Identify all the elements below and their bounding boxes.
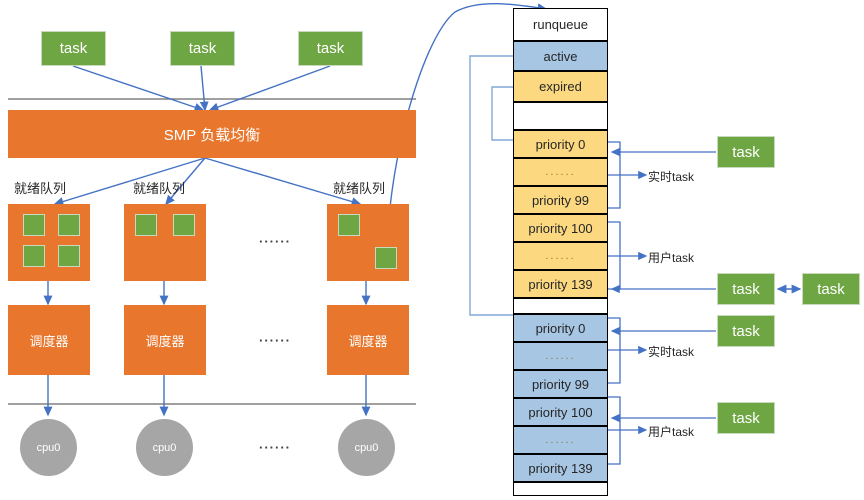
ready-queue-task-square[interactable] — [23, 214, 45, 236]
scheduler-row-ellipsis: ······ — [240, 331, 310, 349]
scheduler-box[interactable]: 调度器 — [8, 305, 90, 375]
top-task-label: task — [316, 40, 345, 57]
active-priority-row[interactable]: ...... — [513, 426, 608, 454]
top-task-label: task — [188, 40, 217, 57]
priority-label: priority 139 — [528, 276, 593, 292]
priority-label: priority 0 — [535, 136, 586, 152]
expired-priority-row[interactable]: priority 99 — [513, 186, 608, 214]
runqueue-expired-label: expired — [539, 79, 582, 94]
priority-label: ...... — [545, 434, 576, 446]
right-task-label: task — [817, 280, 845, 298]
right-task-box[interactable]: task — [717, 273, 775, 305]
top-task-box[interactable]: task — [41, 31, 106, 66]
expired-user-task-label: 用户task — [648, 249, 694, 266]
cpu-label: cpu0 — [36, 441, 61, 454]
scheduler-label: 调度器 — [348, 333, 388, 349]
active-priority-row[interactable]: priority 139 — [513, 454, 608, 482]
runqueue-expired-row[interactable]: expired — [513, 71, 608, 102]
runqueue-spacer-top — [513, 102, 608, 130]
brace-label-text: 实时task — [648, 345, 695, 359]
runqueue-active-row[interactable]: active — [513, 41, 608, 71]
expired-priority-row[interactable]: priority 100 — [513, 214, 608, 242]
ready-queue-row-ellipsis: ······ — [240, 232, 310, 250]
priority-label: priority 139 — [528, 460, 593, 476]
scheduler-box[interactable]: 调度器 — [124, 305, 206, 375]
right-task-box[interactable]: task — [717, 402, 775, 434]
right-task-box[interactable]: task — [802, 273, 860, 305]
right-task-label: task — [732, 409, 760, 427]
active-priority-row[interactable]: ...... — [513, 342, 608, 370]
scheduler-label: 调度器 — [145, 333, 185, 349]
expired-priority-row[interactable]: priority 139 — [513, 270, 608, 298]
ready-queue-task-square[interactable] — [375, 247, 397, 269]
ready-queue-label: 就绪队列 — [333, 178, 423, 196]
priority-label: priority 99 — [531, 376, 590, 392]
ready-queue-task-square[interactable] — [23, 245, 45, 267]
brace-label-text: 实时task — [648, 170, 695, 184]
active-priority-row[interactable]: priority 99 — [513, 370, 608, 398]
active-user-task-label: 用户task — [648, 423, 694, 440]
cpu-label: cpu0 — [354, 441, 379, 454]
smp-label: SMP 负载均衡 — [163, 126, 261, 144]
ready-queue-label: 就绪队列 — [14, 178, 104, 196]
ready-queue-task-square[interactable] — [58, 214, 80, 236]
scheduler-label: 调度器 — [29, 333, 69, 349]
priority-label: priority 100 — [528, 404, 593, 420]
priority-label: priority 0 — [535, 320, 586, 336]
diagram-canvas: task task task SMP 负载均衡 就绪队列 就绪队列 就绪队列 ·… — [0, 0, 864, 500]
brace-label-text: 用户task — [648, 251, 695, 265]
right-task-label: task — [732, 280, 760, 298]
top-task-label: task — [59, 40, 88, 57]
ellipsis-text: ······ — [259, 439, 291, 455]
cpu-circle[interactable]: cpu0 — [20, 419, 77, 476]
active-priority-row[interactable]: priority 100 — [513, 398, 608, 426]
ready-queue-task-square[interactable] — [173, 214, 195, 236]
right-task-label: task — [732, 143, 760, 161]
runqueue-header-label: runqueue — [533, 17, 588, 32]
active-realtime-task-label: 实时task — [648, 343, 694, 360]
runqueue-active-label: active — [543, 48, 578, 64]
cpu-circle[interactable]: cpu0 — [338, 419, 395, 476]
ready-queue-text: 就绪队列 — [333, 180, 386, 196]
priority-label: ...... — [545, 250, 576, 262]
top-task-box[interactable]: task — [170, 31, 235, 66]
priority-label: priority 100 — [528, 220, 593, 236]
ready-queue-label: 就绪队列 — [133, 178, 223, 196]
cpu-circle[interactable]: cpu0 — [136, 419, 193, 476]
brace-label-text: 用户task — [648, 425, 695, 439]
right-task-box[interactable]: task — [717, 136, 775, 168]
expired-priority-row[interactable]: ...... — [513, 158, 608, 186]
priority-label: ...... — [545, 350, 576, 362]
ready-queue-text: 就绪队列 — [133, 180, 186, 196]
scheduler-box[interactable]: 调度器 — [327, 305, 409, 375]
right-task-box[interactable]: task — [717, 315, 775, 347]
ellipsis-text: ······ — [259, 233, 291, 249]
cpu-label: cpu0 — [152, 441, 177, 454]
ready-queue-task-square[interactable] — [338, 214, 360, 236]
cpu-row-ellipsis: ······ — [240, 438, 310, 456]
expired-realtime-task-label: 实时task — [648, 168, 694, 185]
right-task-label: task — [732, 322, 760, 340]
ellipsis-text: ······ — [259, 332, 291, 348]
expired-priority-row[interactable]: priority 0 — [513, 130, 608, 158]
ready-queue-task-square[interactable] — [135, 214, 157, 236]
top-task-box[interactable]: task — [298, 31, 363, 66]
priority-label: ...... — [545, 166, 576, 178]
ready-queue-text: 就绪队列 — [14, 180, 67, 196]
runqueue-header[interactable]: runqueue — [513, 8, 608, 41]
active-priority-row[interactable]: priority 0 — [513, 314, 608, 342]
smp-load-balancer-bar[interactable]: SMP 负载均衡 — [8, 110, 416, 158]
expired-priority-row[interactable]: ...... — [513, 242, 608, 270]
ready-queue-task-square[interactable] — [58, 245, 80, 267]
runqueue-spacer-mid — [513, 298, 608, 314]
priority-label: priority 99 — [531, 192, 590, 208]
runqueue-spacer-bottom — [513, 482, 608, 496]
